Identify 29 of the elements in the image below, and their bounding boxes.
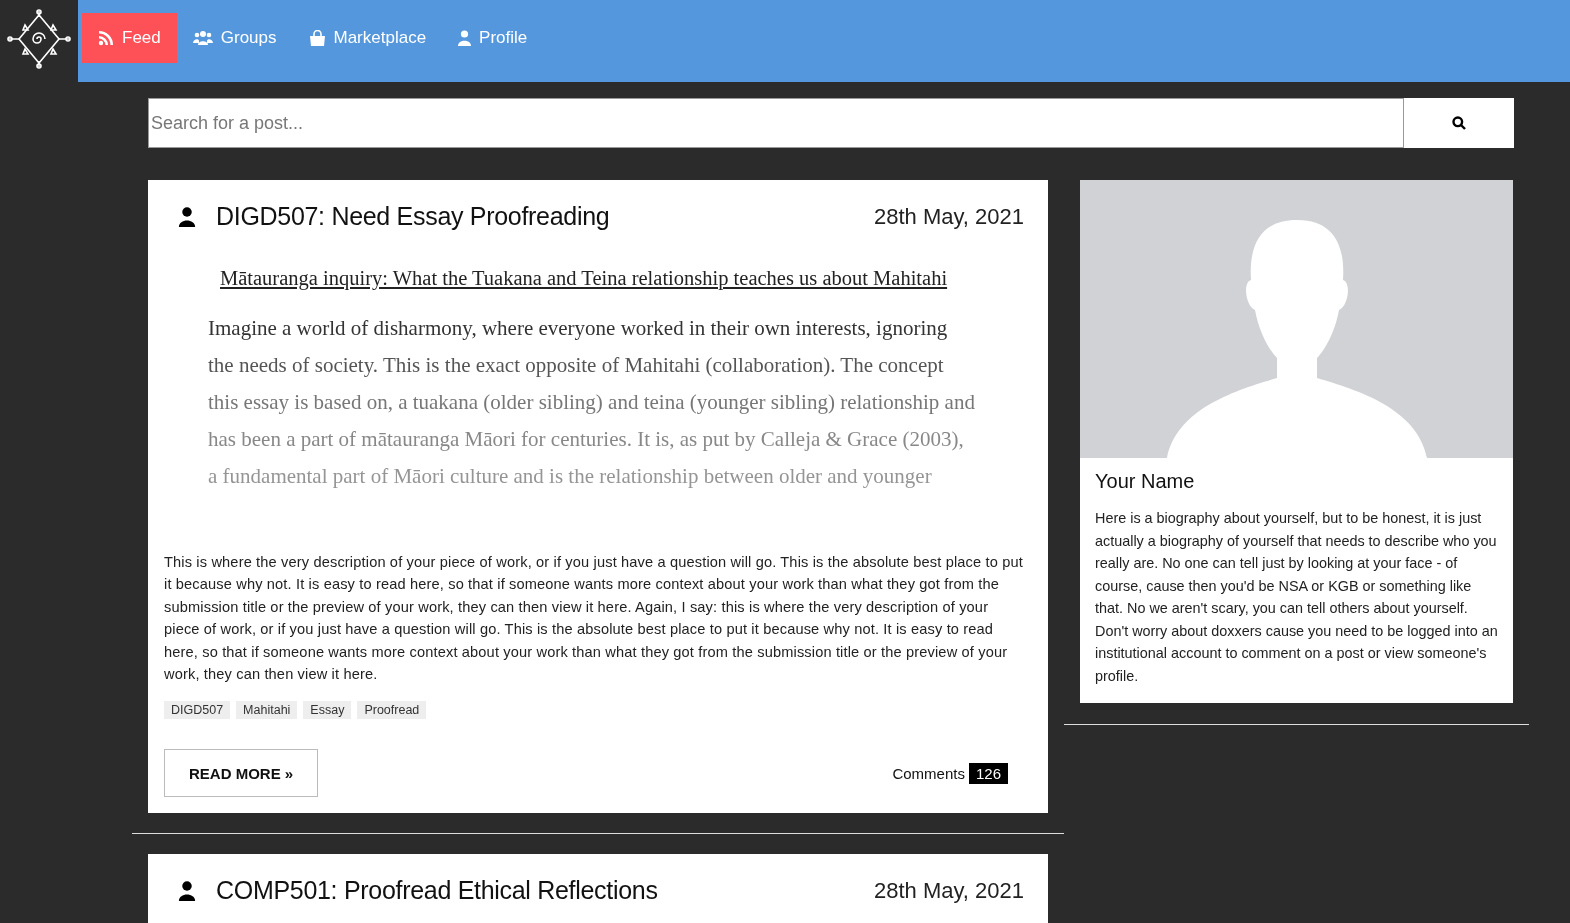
comment-count: 126	[968, 762, 1008, 784]
post-date: 28th May, 2021	[873, 877, 1024, 904]
shopping-bag-icon	[308, 30, 326, 46]
tag[interactable]: DIGD507	[164, 701, 231, 720]
search-icon	[1452, 116, 1466, 130]
profile-bio: Here is a biography about yourself, but to be honest, it is just actually a biography of yourself that needs to describe who you really are. No one can tell just by looking at your face - of course, cause then you'd be NSA or KGB or something like that. No we aren't scary, you can tell others about yourself. Don't worry about doxxers cause you need to be logged into an institutional account to comment on a post or view someone's profile.	[1095, 509, 1498, 686]
document-line: Imagine a world of disharmony, where everyone worked in their own interests, ignoring	[208, 315, 949, 342]
post-title[interactable]: DIGD507: Need Essay Proofreading	[216, 202, 854, 231]
rss-icon	[98, 30, 114, 46]
logo-icon	[7, 9, 71, 69]
user-icon	[178, 206, 196, 227]
user-icon	[178, 880, 196, 901]
post-title[interactable]: COMP501: Proofread Ethical Reflections	[216, 876, 854, 906]
document-line: the needs of society. This is the exact opposite of Mahitahi (collaboration). The concept	[208, 352, 945, 379]
document-line: this essay is based on, a tuakana (older sibling) and teina (younger sibling) relationship and	[208, 389, 976, 416]
document-line: has been a part of mātauranga Māori for centuries. It is, as put by Calleja & Grace (2003),	[208, 426, 965, 453]
tag[interactable]: Proofread	[357, 701, 427, 720]
document-heading: Mātauranga inquiry: What the Tuakana and Teina relationship teaches us about Mahitahi	[220, 267, 949, 290]
user-icon	[458, 30, 472, 46]
search-field[interactable]: Search for a post...	[148, 98, 1404, 148]
tag[interactable]: Mahitahi	[236, 701, 298, 720]
read-more-button[interactable]: READ MORE »	[164, 749, 319, 798]
comments-label: Comments	[892, 764, 965, 782]
post-description: This is where the very description of your piece of work, or if you just have a question will go. This is the absolute best place to put it because why not. It is easy to read here, so that if someone wants more context about your work than what they got from the submission title or the preview of your work, they can then view it here. Again, I say: this is where the very description of your piece of work, or if you just have a question will go. This is the absolute best place to put it because why not. It is easy to read here, so that if someone wants more context about your work than what they got from the submission title or the preview of your work, they can then view it here.	[164, 553, 1024, 685]
users-icon	[192, 30, 213, 46]
document-line: a fundamental part of Māori culture and is the relationship between older and younger	[208, 463, 933, 490]
profile-name: Your Name	[1095, 470, 1196, 493]
tag[interactable]: Essay	[303, 701, 352, 720]
post-date: 28th May, 2021	[873, 203, 1024, 230]
